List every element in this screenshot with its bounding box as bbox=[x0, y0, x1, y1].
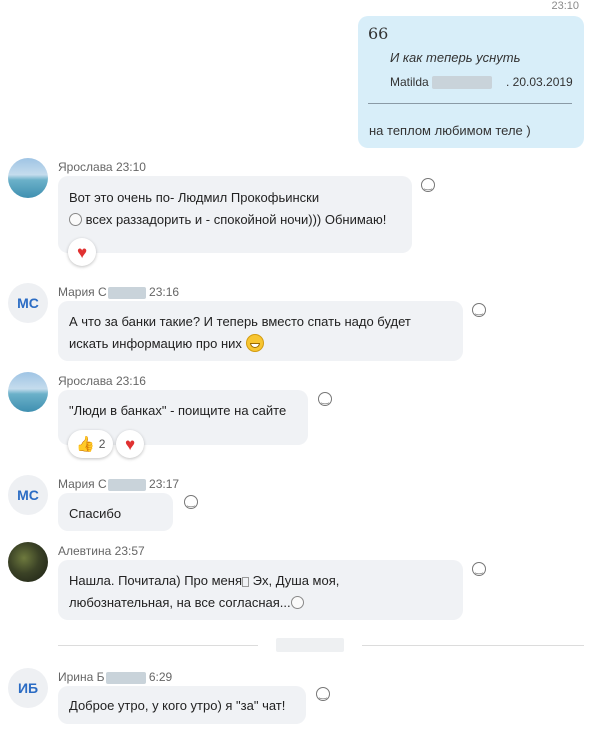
add-reaction-icon[interactable]: ‿ bbox=[184, 495, 198, 509]
message-text-line: всех раззадорить и - спокойной ночи))) О… bbox=[69, 208, 386, 231]
add-reaction-icon[interactable]: ‿ bbox=[318, 392, 332, 406]
avatar[interactable]: МС bbox=[8, 475, 48, 515]
message-sender: Ирина Б 6:29 bbox=[58, 670, 172, 684]
avatar[interactable] bbox=[8, 542, 48, 582]
sender-name: Алевтина bbox=[58, 544, 112, 558]
reaction-count: 2 bbox=[98, 437, 106, 451]
quote-divider bbox=[368, 103, 572, 104]
message-time: 6:29 bbox=[148, 670, 173, 684]
message-text: Доброе утро, у кого утро) я "за" чат! bbox=[69, 698, 286, 713]
own-message-text: на теплом любимом теле ) bbox=[369, 123, 531, 138]
message-text: искать информацию про них bbox=[69, 336, 242, 351]
quote-icon: 66 bbox=[368, 24, 389, 43]
grin-emoji-icon bbox=[245, 333, 264, 352]
redacted-surname bbox=[105, 671, 146, 684]
smile-emoji-icon bbox=[69, 213, 82, 227]
add-reaction-icon[interactable]: ‿ bbox=[472, 303, 486, 317]
message-text: Спасибо bbox=[69, 506, 122, 521]
reaction-heart[interactable]: ♥ bbox=[116, 430, 144, 458]
redacted-date bbox=[276, 638, 344, 652]
smile-emoji-icon bbox=[290, 596, 304, 610]
quote-author: Matilda bbox=[390, 75, 493, 90]
unknown-glyph-icon bbox=[242, 576, 250, 587]
message-time: 23:16 bbox=[115, 374, 146, 388]
redacted-surname bbox=[107, 478, 146, 491]
sender-name: Ярослава bbox=[58, 160, 113, 174]
redacted-surname bbox=[432, 76, 493, 90]
message-time: 23:57 bbox=[114, 544, 145, 558]
avatar[interactable]: ИБ bbox=[8, 668, 48, 708]
sender-name: Ярослава bbox=[58, 374, 113, 388]
message-time: 23:16 bbox=[149, 285, 180, 299]
sender-name: Ирина Б bbox=[58, 670, 105, 684]
message-time: 23:10 bbox=[115, 160, 146, 174]
message-text-line: Вот это очень по- Людмил Прокофьински bbox=[69, 190, 320, 205]
message-sender: Ярослава 23:10 bbox=[58, 160, 146, 174]
quote-author-name: Matilda bbox=[390, 75, 429, 89]
sender-name: Мария С bbox=[58, 477, 107, 491]
avatar[interactable]: МС bbox=[8, 283, 48, 323]
reaction-heart[interactable]: ♥ bbox=[68, 238, 96, 266]
redacted-surname bbox=[107, 286, 146, 299]
sender-name: Мария С bbox=[58, 285, 107, 299]
message-text: "Люди в банках" - поищите на сайте bbox=[69, 403, 287, 418]
message-sender: Алевтина 23:57 bbox=[58, 544, 145, 558]
avatar[interactable] bbox=[8, 372, 48, 412]
message-text: Нашла. Почитала) Про меня bbox=[69, 573, 243, 588]
avatar[interactable] bbox=[8, 158, 48, 198]
add-reaction-icon[interactable]: ‿ bbox=[472, 562, 486, 576]
message-text-line: Нашла. Почитала) Про меня Эх, Душа моя, bbox=[69, 569, 339, 592]
heart-icon: ♥ bbox=[124, 434, 136, 454]
message-text: любознательная, на все согласная... bbox=[69, 595, 291, 610]
message-text-line: искать информацию про них bbox=[69, 332, 264, 355]
message-sender: Мария С 23:17 bbox=[58, 477, 179, 491]
message-sender: Мария С 23:16 bbox=[58, 285, 179, 299]
own-message-time: 23:10 bbox=[551, 0, 579, 12]
message-time: 23:17 bbox=[149, 477, 180, 491]
heart-icon: ♥ bbox=[76, 242, 88, 262]
date-divider-left bbox=[58, 645, 258, 646]
reaction-thumbs-up[interactable]: 👍 2 bbox=[68, 430, 114, 458]
add-reaction-icon[interactable]: ‿ bbox=[421, 178, 435, 192]
add-reaction-icon[interactable]: ‿ bbox=[316, 687, 330, 701]
message-text-line: А что за банки такие? И теперь вместо сп… bbox=[69, 314, 411, 329]
message-text: всех раззадорить и - спокойной ночи))) О… bbox=[85, 212, 387, 227]
quote-date: . 20.03.2019 bbox=[506, 75, 573, 89]
quote-text: И как теперь уснуть bbox=[390, 50, 521, 65]
message-sender: Ярослава 23:16 bbox=[58, 374, 146, 388]
date-divider-right bbox=[362, 645, 584, 646]
message-text-line: любознательная, на все согласная... bbox=[69, 591, 304, 614]
message-text: Эх, Душа моя, bbox=[249, 573, 340, 588]
thumbs-up-icon: 👍 bbox=[76, 436, 95, 453]
